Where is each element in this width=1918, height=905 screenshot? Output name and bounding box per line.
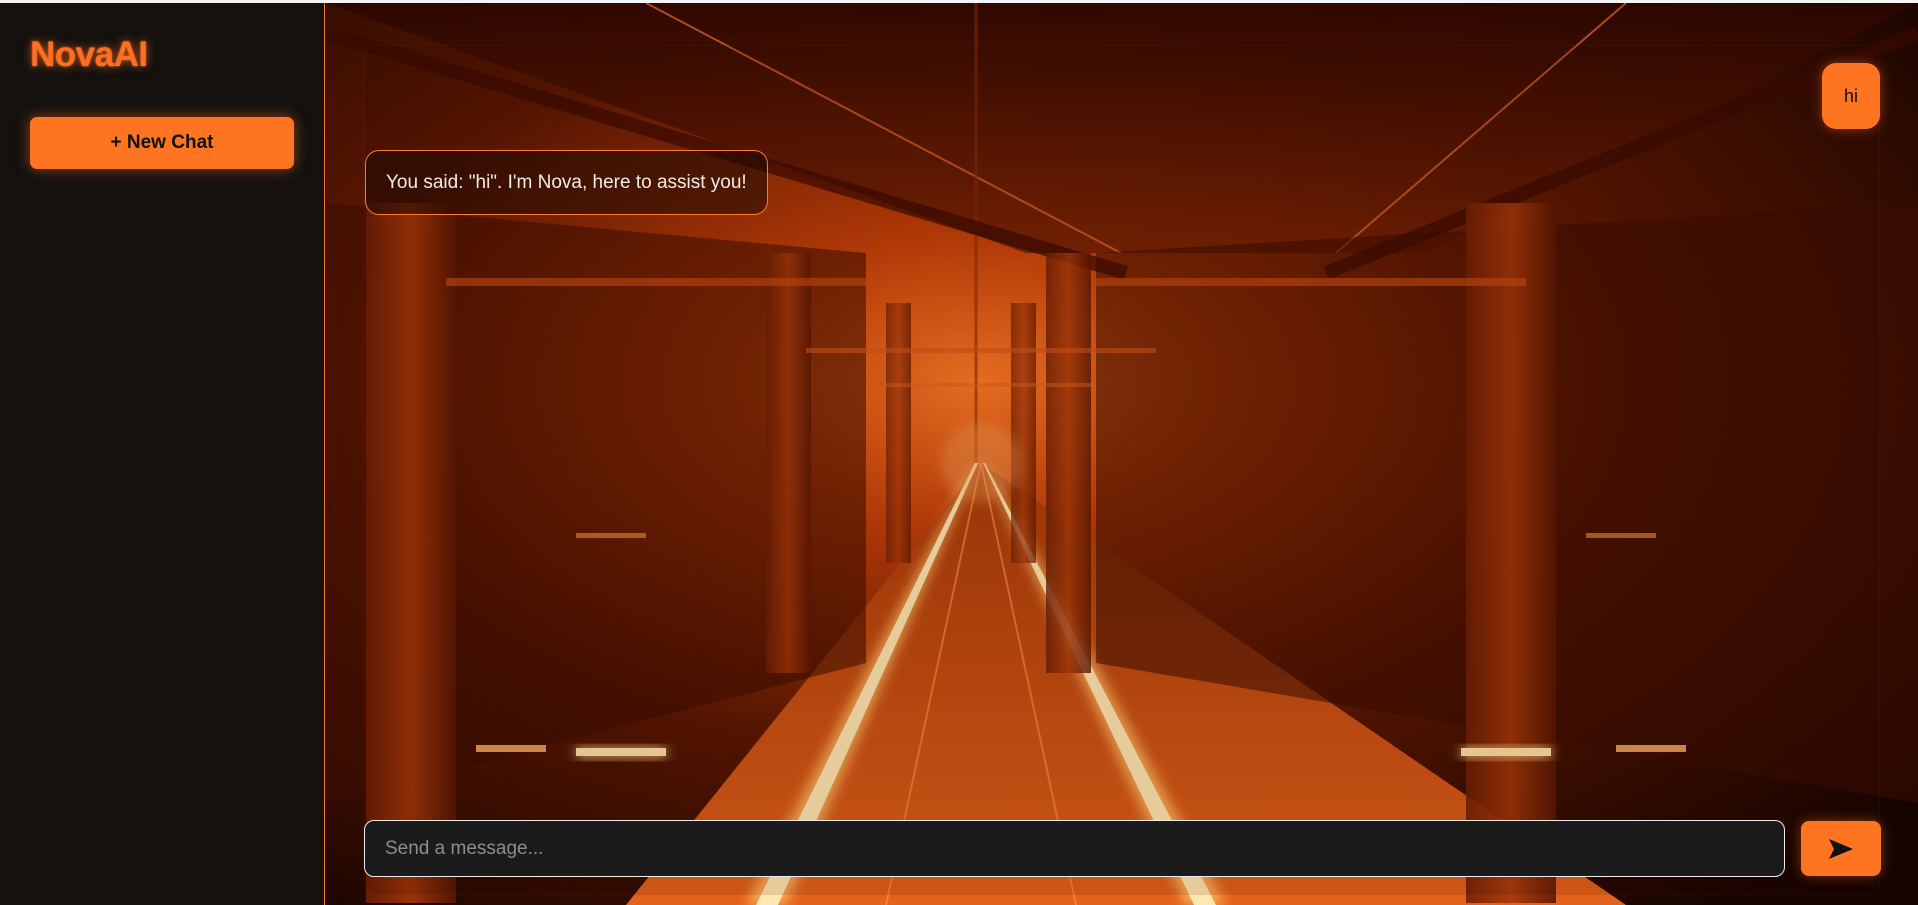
app-logo: NovaAI [30,35,148,74]
user-message-bubble: hi [1822,63,1880,129]
message-input-container [364,820,1785,877]
send-button[interactable] [1801,821,1881,876]
message-input[interactable] [365,821,1784,876]
window-top-edge [0,0,1918,3]
send-arrow-icon [1829,838,1853,859]
chat-area [326,3,1918,905]
assistant-message-bubble: You said: "hi". I'm Nova, here to assist… [365,150,768,215]
new-chat-button[interactable]: + New Chat [30,117,294,169]
sidebar: NovaAI + New Chat [0,3,325,905]
